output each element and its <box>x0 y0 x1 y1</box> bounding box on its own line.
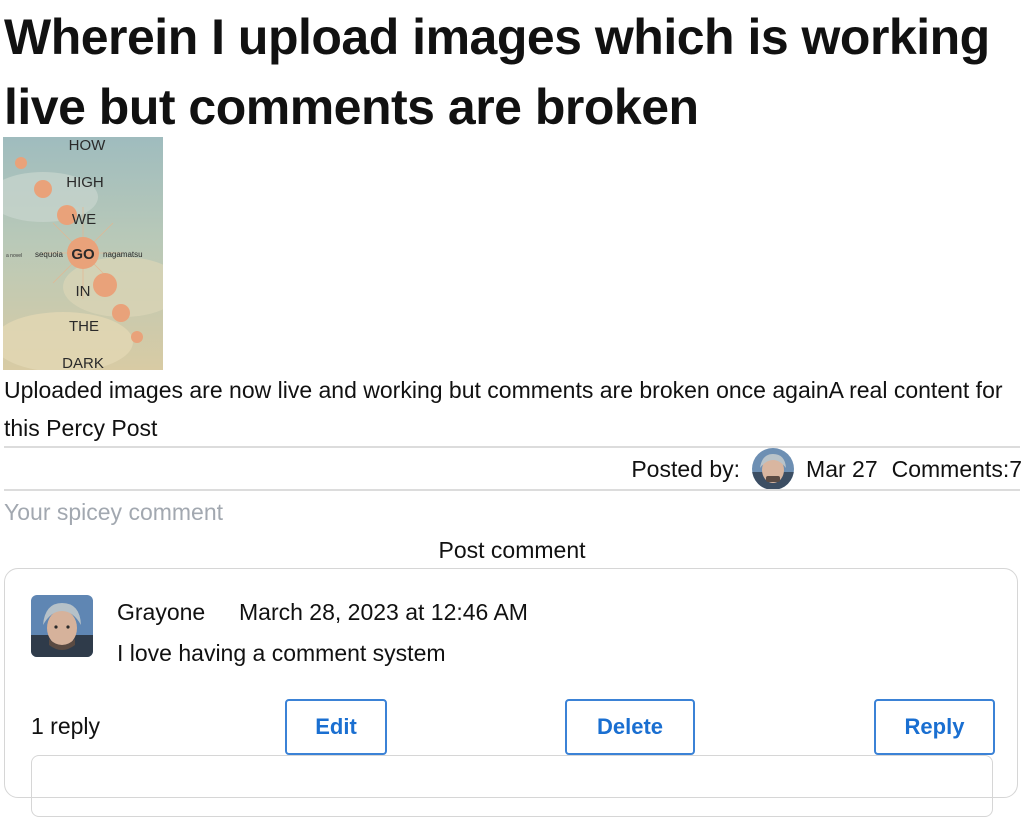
post-page: Wherein I upload images which is working… <box>0 0 1024 817</box>
nested-reply-card <box>31 755 993 817</box>
divider <box>4 446 1020 448</box>
post-meta: Posted by: Mar 27 Comments:7 <box>4 448 1022 490</box>
cover-title-line: HOW <box>69 137 107 154</box>
cover-author-first: sequoia <box>35 250 64 259</box>
post-body: Uploaded images are now live and working… <box>4 377 1003 441</box>
cover-title-line: DARK <box>62 355 104 370</box>
comment-card: Grayone March 28, 2023 at 12:46 AM I lov… <box>4 568 1018 817</box>
cover-title-line: WE <box>72 211 96 228</box>
comment-date: March 28, 2023 at 12:46 AM <box>239 599 528 625</box>
edit-comment-button[interactable]: Edit <box>285 699 387 755</box>
comments-count: Comments:7 <box>891 455 1022 482</box>
author-avatar[interactable] <box>752 448 795 490</box>
cover-title-line: THE <box>69 318 99 335</box>
comment-author: Grayone <box>117 599 206 625</box>
post-date: Mar 27 <box>806 455 878 482</box>
comment-input[interactable] <box>0 493 1024 531</box>
comment-text: I love having a comment system <box>117 640 446 666</box>
divider <box>4 489 1020 491</box>
cover-author-last: nagamatsu <box>103 250 143 259</box>
cover-title-line: HIGH <box>66 174 104 191</box>
delete-comment-button[interactable]: Delete <box>565 699 695 755</box>
cover-tag: a novel <box>6 253 22 259</box>
posted-by-label: Posted by: <box>631 455 741 482</box>
post-cover-image: HOW HIGH WE GO IN THE DARK a novel sequo… <box>3 137 163 370</box>
post-comment-button[interactable]: Post comment <box>0 532 1024 568</box>
reply-comment-button[interactable]: Reply <box>874 699 995 755</box>
post-title: Wherein I upload images which is working… <box>4 9 990 135</box>
cover-title-line: IN <box>76 283 91 300</box>
replies-count[interactable]: 1 reply <box>31 713 100 740</box>
commenter-avatar[interactable] <box>31 595 93 657</box>
cover-title-line: GO <box>71 246 95 263</box>
